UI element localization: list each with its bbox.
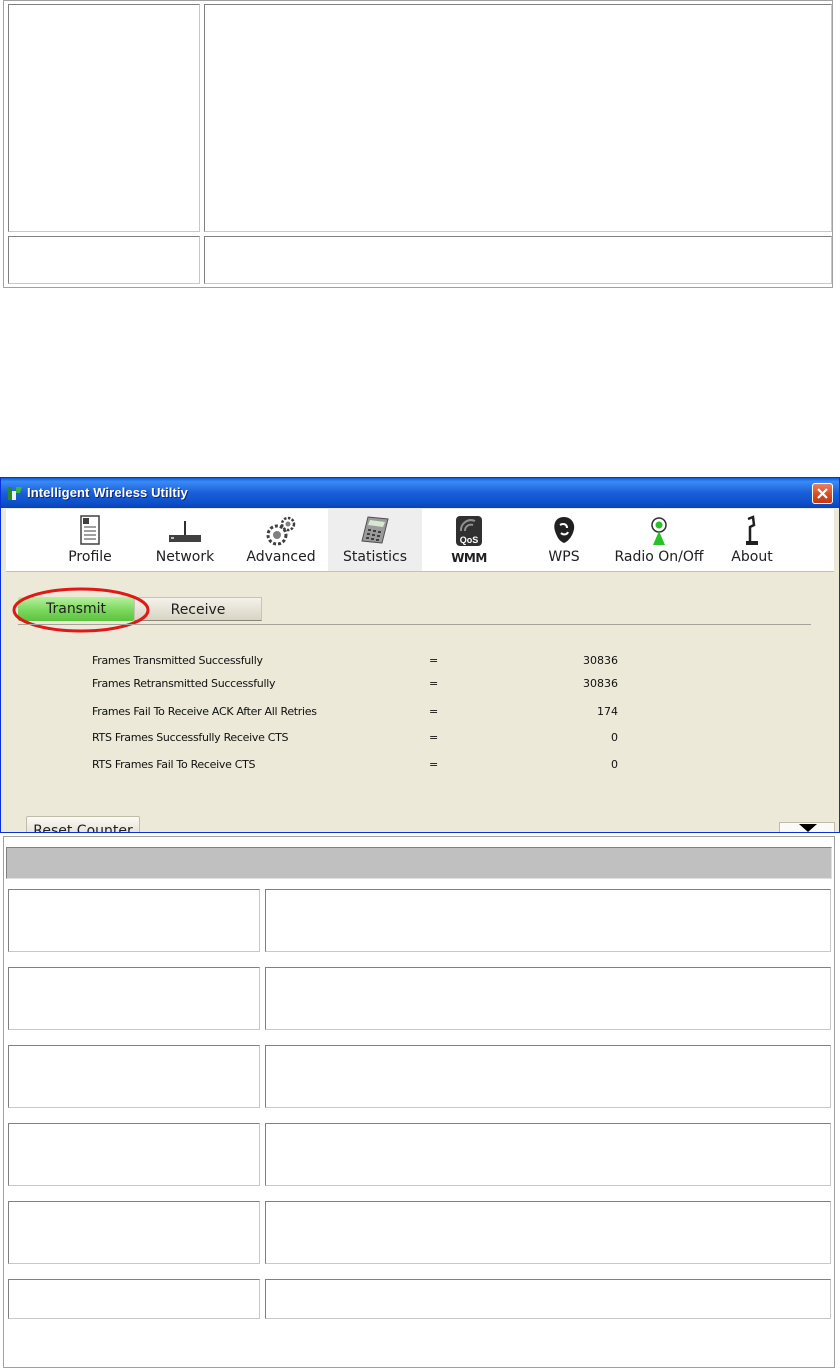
table-cell: [8, 1123, 260, 1186]
table-cell: [8, 1045, 260, 1108]
app-icon: [8, 487, 22, 500]
close-button[interactable]: [812, 483, 833, 504]
table-cell: [265, 967, 831, 1030]
about-icon: [746, 515, 758, 545]
toolbar-statistics[interactable]: Statistics: [328, 509, 422, 571]
stat-label: RTS Frames Successfully Receive CTS: [92, 731, 289, 744]
toolbar: Profile Network Advanced Statistics QoS …: [6, 509, 834, 572]
app-window: Intelligent Wireless Utiltiy Profile Net…: [0, 477, 840, 833]
stat-row: Frames Transmitted Successfully = 30836: [6, 654, 834, 670]
toolbar-network[interactable]: Network: [149, 509, 221, 571]
profile-icon: [80, 515, 100, 545]
tab-divider: [18, 624, 811, 625]
toolbar-wps[interactable]: WPS: [544, 509, 584, 571]
table-cell: [8, 236, 200, 284]
table-cell: [8, 967, 260, 1030]
highlight-ellipse: [12, 587, 150, 633]
scroll-down-button[interactable]: [779, 822, 835, 832]
close-icon: [817, 488, 828, 499]
toolbar-label: About: [731, 549, 773, 565]
stat-row: RTS Frames Successfully Receive CTS = 0: [6, 731, 834, 747]
stat-equals: =: [429, 677, 439, 690]
network-router-icon: [169, 521, 201, 542]
table-cell: [265, 1201, 831, 1264]
toolbar-advanced[interactable]: Advanced: [242, 509, 320, 571]
stat-value: 30836: [583, 654, 618, 667]
table-cell: [8, 1201, 260, 1264]
table-cell: [265, 1279, 831, 1319]
stat-label: Frames Fail To Receive ACK After All Ret…: [92, 705, 317, 718]
table-cell: [8, 1279, 260, 1319]
stat-label: Frames Retransmitted Successfully: [92, 677, 276, 690]
stat-value: 0: [611, 731, 618, 744]
statistics-panel: Transmit Receive Frames Transmitted Succ…: [6, 572, 834, 832]
table-cell: [204, 236, 832, 284]
stat-equals: =: [429, 758, 439, 771]
toolbar-radio[interactable]: Radio On/Off: [607, 509, 711, 571]
reset-counter-button[interactable]: Reset Counter: [26, 816, 140, 832]
stat-value: 174: [597, 705, 618, 718]
toolbar-wmm[interactable]: QoS WMM: [443, 509, 495, 571]
stat-equals: =: [429, 731, 439, 744]
wps-icon: [554, 517, 575, 543]
window-title: Intelligent Wireless Utiltiy: [27, 485, 188, 500]
table-cell: [265, 889, 831, 952]
document-table-bottom: [3, 836, 835, 1368]
toolbar-label: Network: [155, 549, 215, 565]
tab-receive[interactable]: Receive: [134, 597, 262, 621]
triangle-down-icon: [799, 824, 817, 832]
table-cell: [265, 1045, 831, 1108]
document-table-top: [3, 0, 833, 288]
toolbar-label: WMM: [451, 551, 487, 565]
table-cell: [265, 1123, 831, 1186]
table-cell: [8, 889, 260, 952]
toolbar-label: Advanced: [246, 549, 316, 565]
stat-row: RTS Frames Fail To Receive CTS = 0: [6, 758, 834, 774]
stat-label: Frames Transmitted Successfully: [92, 654, 263, 667]
stat-label: RTS Frames Fail To Receive CTS: [92, 758, 256, 771]
toolbar-label: WPS: [548, 549, 580, 565]
calculator-icon: [361, 516, 389, 544]
gears-icon: [266, 516, 296, 546]
table-header-row: [6, 847, 832, 879]
stat-equals: =: [429, 654, 439, 667]
toolbar-label: Statistics: [343, 549, 407, 565]
stat-row: Frames Fail To Receive ACK After All Ret…: [6, 705, 834, 721]
toolbar-label: Radio On/Off: [614, 549, 704, 565]
toolbar-label: Profile: [68, 549, 112, 565]
toolbar-profile[interactable]: Profile: [62, 509, 118, 571]
qos-icon: QoS: [456, 516, 482, 546]
table-cell: [204, 4, 832, 232]
table-cell: [8, 4, 200, 232]
stat-equals: =: [429, 705, 439, 718]
stat-row: Frames Retransmitted Successfully = 3083…: [6, 677, 834, 693]
title-bar[interactable]: Intelligent Wireless Utiltiy: [1, 478, 839, 508]
svg-text:QoS: QoS: [460, 535, 479, 545]
stat-value: 0: [611, 758, 618, 771]
radio-antenna-icon: [651, 517, 667, 545]
toolbar-about[interactable]: About: [728, 509, 776, 571]
stat-value: 30836: [583, 677, 618, 690]
